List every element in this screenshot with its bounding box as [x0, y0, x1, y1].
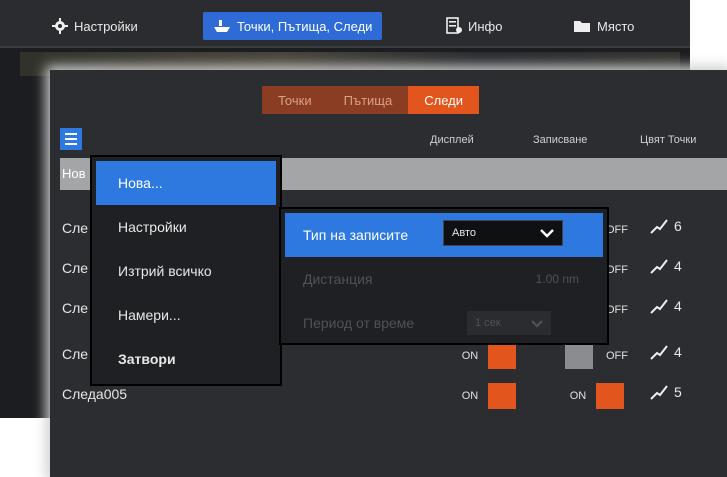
record-type-value: Авто: [452, 227, 476, 239]
track-line-icon: [650, 259, 668, 274]
menu-item-close[interactable]: Затвори: [92, 337, 280, 381]
record-type-row[interactable]: Тип на записите Авто: [285, 213, 603, 257]
distance-label: Дистанция: [303, 271, 373, 287]
track-name: Сле: [62, 260, 89, 276]
track-points[interactable]: 5: [650, 384, 682, 400]
menu-item-new[interactable]: Нова...: [96, 161, 276, 205]
track-name: Следа005: [62, 386, 128, 402]
track-points[interactable]: 4: [650, 344, 682, 360]
record-toggle[interactable]: OFF: [565, 341, 635, 371]
menu-item-delete-all[interactable]: Изтрий всичко: [92, 249, 280, 293]
time-period-select: 1 сек: [467, 311, 551, 335]
menu-item-find[interactable]: Намери...: [92, 293, 280, 337]
hamburger-icon-line: [65, 138, 77, 140]
track-line-icon: [650, 385, 668, 400]
time-period-value: 1 сек: [475, 317, 501, 329]
toggle-knob: [488, 343, 516, 369]
top-info-button[interactable]: Инфо: [446, 12, 502, 40]
column-record: Записване: [533, 134, 588, 146]
track-name: Сле: [62, 300, 89, 316]
track-point-count: 4: [674, 298, 682, 314]
track-point-count: 5: [674, 384, 682, 400]
display-toggle[interactable]: ON: [452, 381, 522, 411]
top-place-button[interactable]: Място: [573, 12, 634, 40]
top-bar: Настройки Точки, Пътища, Следи Инфо Мяст…: [0, 0, 690, 48]
info-panel-icon: [446, 17, 462, 34]
toggle-knob: [565, 343, 593, 369]
track-name: Сле: [62, 346, 89, 362]
boat-icon: [214, 20, 230, 32]
track-line-icon: [650, 345, 668, 360]
display-toggle-label: ON: [461, 390, 479, 402]
toggle-knob: [488, 383, 516, 409]
top-info-label: Инфо: [468, 18, 503, 34]
top-points-routes-tracks-button[interactable]: Точки, Пътища, Следи: [203, 12, 383, 40]
track-line-icon: [650, 299, 668, 314]
chevron-down-icon: [531, 319, 543, 328]
top-settings-label: Настройки: [74, 18, 138, 34]
hamburger-icon-line: [65, 143, 77, 145]
track-point-count: 4: [674, 258, 682, 274]
track-name: Сле: [62, 220, 89, 236]
column-color-points: Цвят Точки: [640, 134, 697, 146]
record-toggle-label: ON: [569, 390, 587, 402]
track-line-icon: [650, 219, 668, 234]
menu-button[interactable]: [60, 128, 82, 150]
folder-icon: [574, 21, 590, 32]
tab-routes[interactable]: Пътища: [327, 86, 409, 114]
display-toggle[interactable]: ON: [452, 341, 522, 371]
record-toggle-label: OFF: [606, 350, 628, 362]
context-menu: Нова... Настройки Изтрий всичко Намери..…: [90, 155, 282, 386]
settings-submenu: Тип на записите Авто Дистанция 1.00 nm П…: [279, 207, 609, 345]
distance-row: Дистанция 1.00 nm: [281, 257, 607, 301]
track-point-count: 6: [674, 218, 682, 234]
track-points[interactable]: 6: [650, 218, 682, 234]
new-track-label: Нов: [62, 166, 86, 181]
top-points-routes-tracks-label: Точки, Пътища, Следи: [237, 18, 373, 34]
chevron-down-icon: [540, 229, 554, 238]
display-toggle-label: ON: [461, 350, 479, 362]
column-display: Дисплей: [430, 134, 474, 146]
top-settings-button[interactable]: Настройки: [52, 12, 138, 40]
dialog-tabs: Точки Пътища Следи: [262, 86, 479, 114]
time-period-label: Период от време: [303, 315, 415, 331]
toggle-knob: [596, 383, 624, 409]
track-point-count: 4: [674, 344, 682, 360]
gear-icon: [52, 18, 68, 34]
hamburger-icon: [65, 133, 77, 135]
tab-tracks[interactable]: Следи: [408, 86, 479, 114]
record-type-select[interactable]: Авто: [443, 220, 563, 246]
record-type-label: Тип на записите: [303, 227, 409, 243]
record-toggle[interactable]: ON: [560, 381, 630, 411]
distance-value: 1.00 nm: [535, 272, 579, 286]
tab-points[interactable]: Точки: [262, 86, 328, 114]
top-place-label: Място: [597, 18, 635, 34]
menu-item-settings[interactable]: Настройки: [92, 205, 280, 249]
track-points[interactable]: 4: [650, 298, 682, 314]
time-period-row: Период от време 1 сек: [281, 301, 607, 345]
track-points[interactable]: 4: [650, 258, 682, 274]
